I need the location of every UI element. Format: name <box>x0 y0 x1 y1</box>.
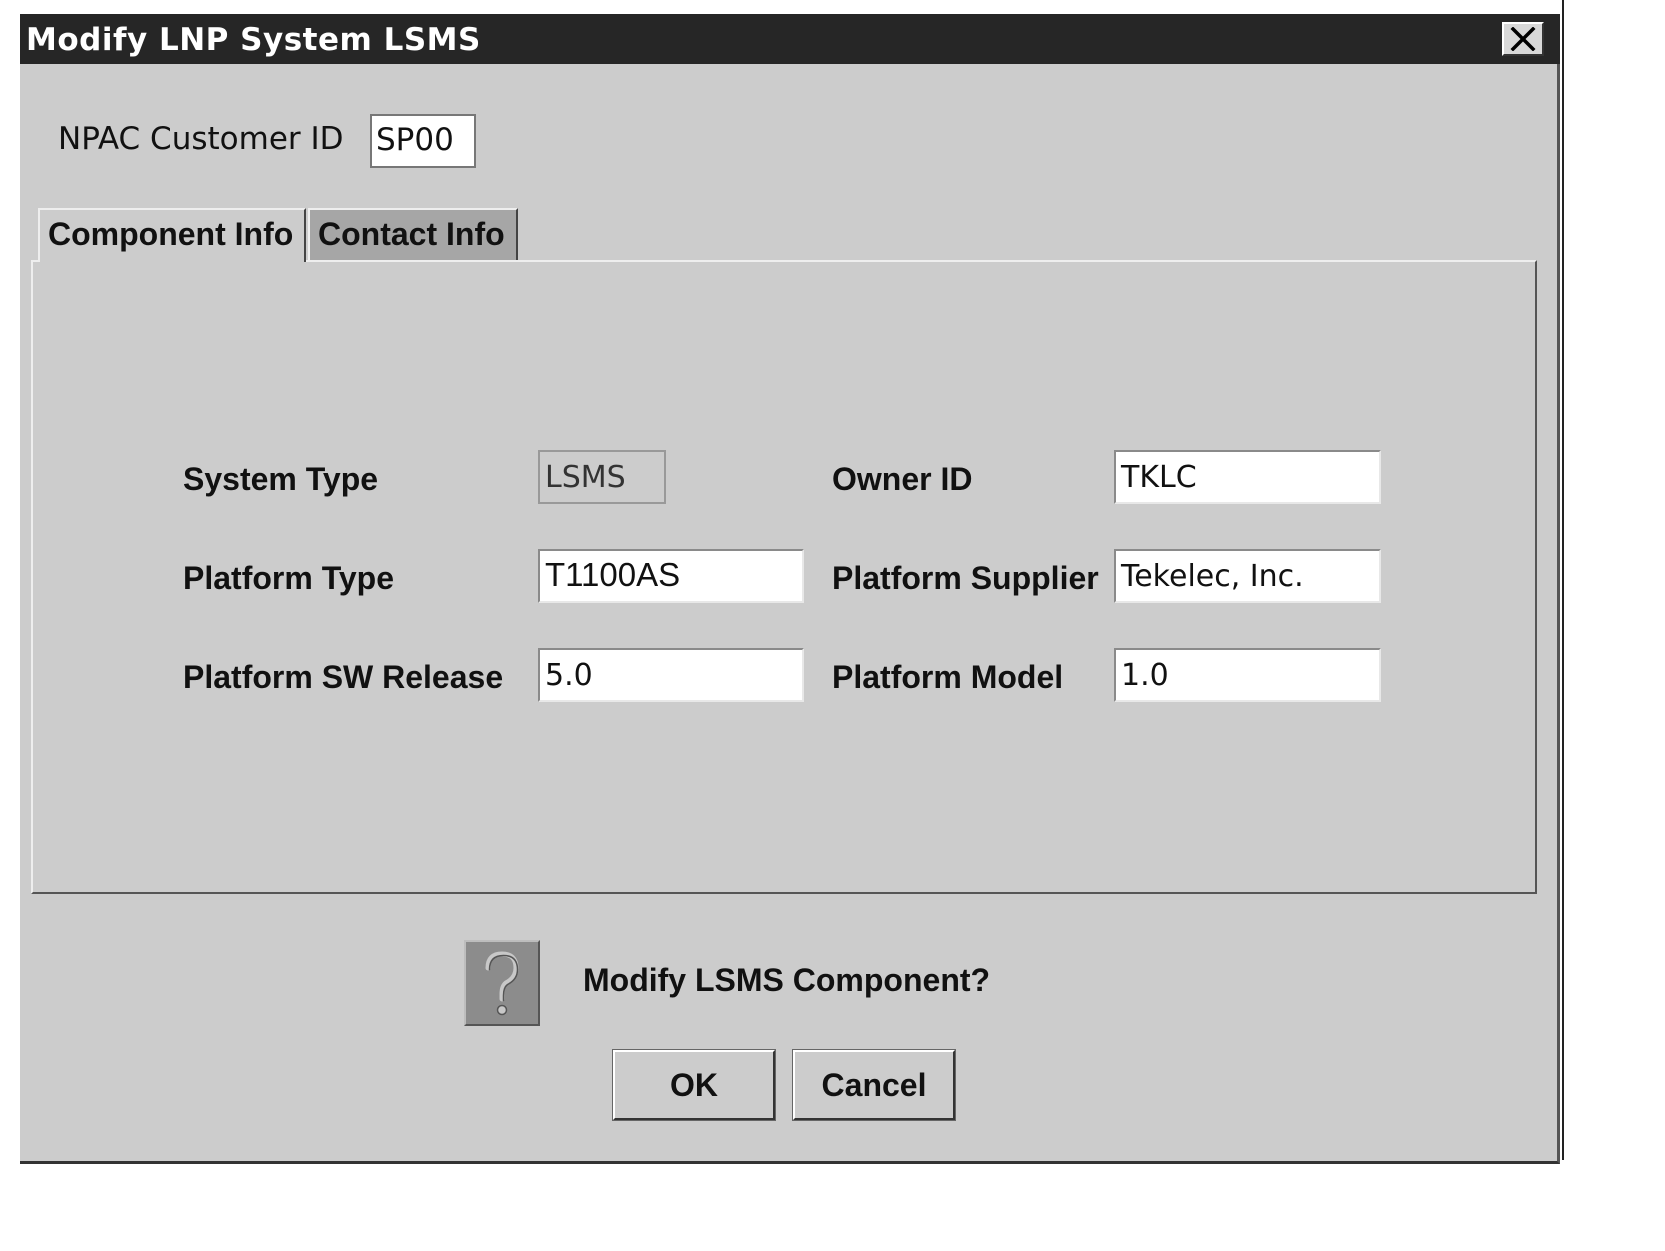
title-bar[interactable]: Modify LNP System LSMS <box>20 14 1560 64</box>
npac-customer-id-field[interactable]: SP00 <box>370 114 476 168</box>
platform-model-field[interactable]: 1.0 <box>1114 648 1381 702</box>
platform-type-label: Platform Type <box>183 560 394 596</box>
ok-button[interactable]: OK <box>612 1049 776 1121</box>
window-title: Modify LNP System LSMS <box>26 22 481 58</box>
close-button[interactable] <box>1502 22 1544 56</box>
system-type-label: System Type <box>183 461 379 497</box>
question-icon <box>464 940 540 1026</box>
npac-customer-id-label: NPAC Customer ID <box>58 121 344 157</box>
platform-sw-release-field[interactable]: 5.0 <box>538 648 804 702</box>
tab-component-info[interactable]: Component Info <box>38 208 306 262</box>
platform-model-label: Platform Model <box>832 659 1064 695</box>
cancel-button[interactable]: Cancel <box>792 1049 956 1121</box>
platform-sw-release-label: Platform SW Release <box>183 659 504 695</box>
platform-supplier-label: Platform Supplier <box>832 560 1099 596</box>
owner-id-label: Owner ID <box>832 461 973 497</box>
tab-contact-info[interactable]: Contact Info <box>308 208 518 260</box>
close-icon <box>1510 27 1536 51</box>
background-window-edge <box>1562 0 1564 1160</box>
system-type-field: LSMS <box>538 450 666 504</box>
platform-supplier-field[interactable]: Tekelec, Inc. <box>1114 549 1381 603</box>
platform-type-field[interactable]: T1100AS <box>538 549 804 603</box>
modify-lnp-system-dialog: Modify LNP System LSMS NPAC Customer ID … <box>20 14 1560 1164</box>
component-info-panel: System Type LSMS Owner ID TKLC Platform … <box>31 260 1537 894</box>
confirm-message: Modify LSMS Component? <box>583 962 991 998</box>
owner-id-field[interactable]: TKLC <box>1114 450 1381 504</box>
